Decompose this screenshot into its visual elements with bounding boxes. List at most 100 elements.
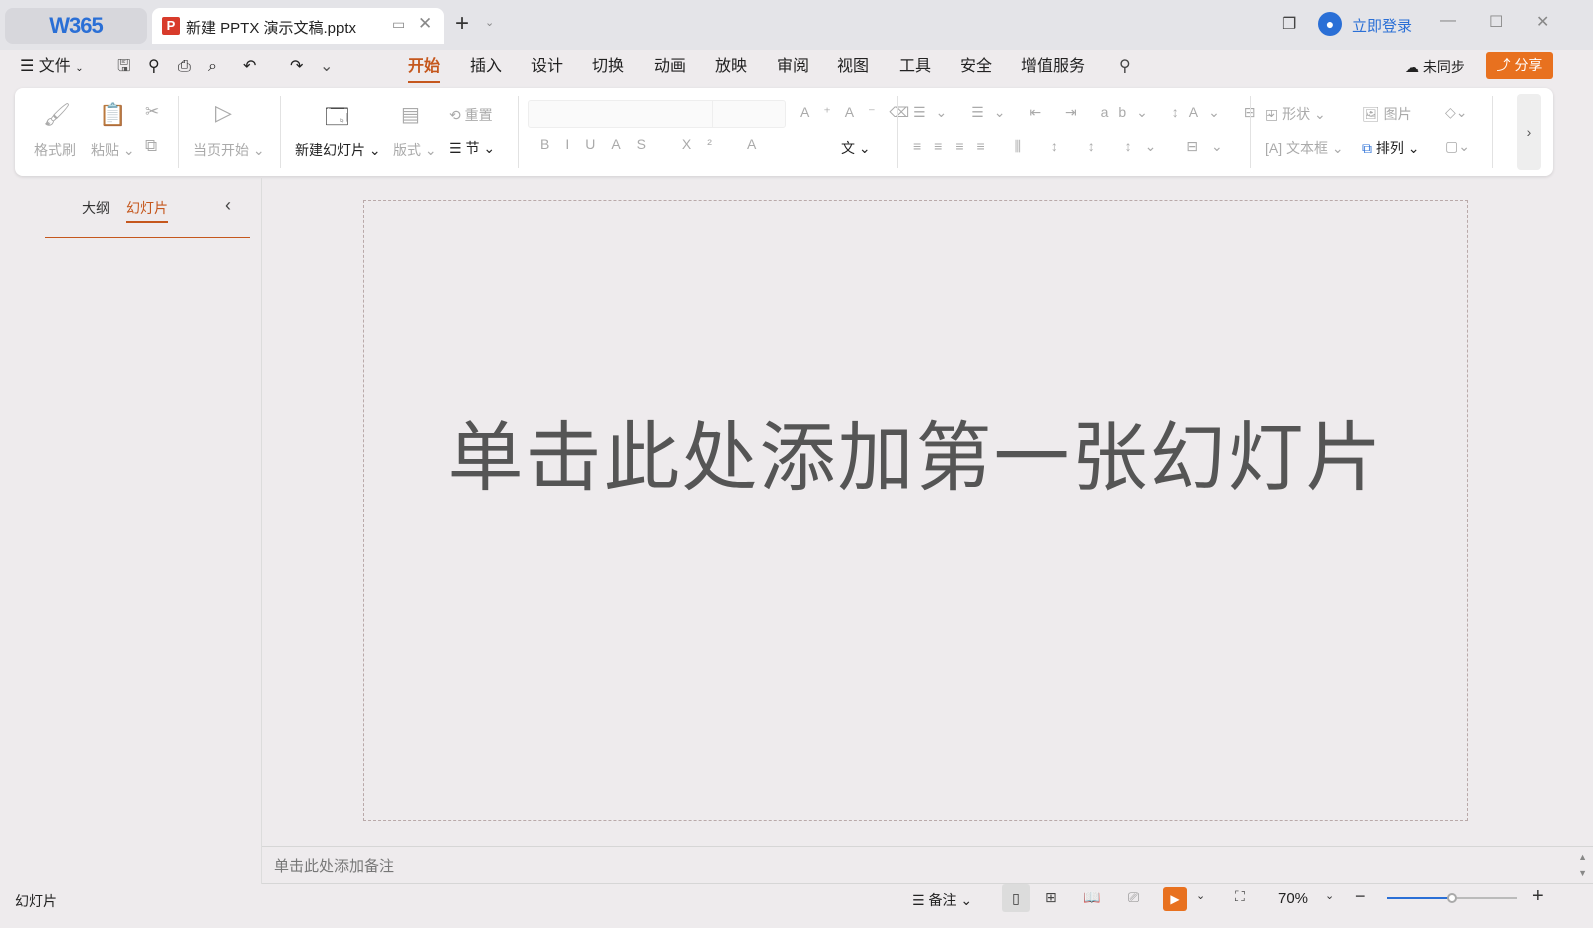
font-style-buttons[interactable]: BIUAS X² A [540, 136, 772, 152]
close-tab-icon[interactable]: ✕ [418, 14, 432, 34]
tab-outline[interactable]: 大纲 [82, 198, 110, 218]
paste-button[interactable]: 粘贴 ⌄ [91, 140, 135, 160]
status-label: 幻灯片 [15, 893, 57, 909]
document-tab-title: 新建 PPTX 演示文稿.pptx [186, 20, 357, 37]
record-icon[interactable]: ⎚ [1128, 889, 1139, 906]
zoom-in-icon[interactable]: + [1532, 885, 1544, 908]
share-button[interactable]: ⤴ 分享 [1486, 52, 1553, 79]
section-button[interactable]: ☰ 节 ⌄ [449, 138, 495, 158]
paragraph-buttons-row1[interactable]: ☰⌄ ☰⌄ ⇤ ⇥ ab⌄ ↕A⌄ ⊟⌄ [913, 104, 1287, 121]
notes-pane[interactable]: 单击此处添加备注 ▲ ▼ [262, 846, 1593, 884]
zoom-level[interactable]: 70% [1278, 890, 1308, 907]
redo-icon[interactable]: ↷ [290, 54, 303, 80]
cut-icon[interactable]: ✂ [145, 102, 159, 122]
format-painter-icon: 🖌 [43, 102, 71, 127]
notes-scrollbar[interactable]: ▲ ▼ [1578, 849, 1587, 881]
save-icon[interactable]: 🖫 [117, 54, 131, 80]
paragraph-buttons-row2[interactable]: ≡≡≡≡ ⫼ ↕ ↕ ↕⌄ ⊟⌄ [913, 138, 1236, 155]
login-link[interactable]: 立即登录 [1352, 15, 1412, 36]
textbox-button[interactable]: [A] 文本框 ⌄ [1265, 138, 1344, 158]
window-list-icon[interactable]: ❐ [1282, 14, 1296, 34]
new-slide-label: 新建幻灯片 [295, 142, 365, 158]
print-icon[interactable]: ⎙ [178, 54, 191, 80]
font-size-select[interactable] [712, 100, 786, 128]
sync-label: 未同步 [1422, 59, 1465, 75]
document-tab[interactable]: P 新建 PPTX 演示文稿.pptx ▭ ✕ [152, 8, 444, 44]
reset-button[interactable]: ⟲ 重置 [449, 105, 493, 125]
share-label: 分享 [1514, 57, 1543, 73]
fill-button[interactable]: ◇⌄ [1445, 104, 1468, 121]
arrange-label: 排列 [1375, 140, 1404, 156]
chevron-down-icon[interactable]: ⌄ [485, 16, 494, 29]
collapse-panel-icon[interactable]: ‹ [225, 195, 231, 216]
notes-toggle-label: 备注 [928, 892, 957, 908]
new-tab-icon[interactable]: + [455, 10, 469, 38]
fit-window-icon[interactable]: ⛶ [1235, 888, 1245, 905]
arrange-button[interactable]: ⧉ 排列 ⌄ [1362, 138, 1420, 158]
copy-icon[interactable]: ⧉ [145, 136, 157, 156]
minimize-icon[interactable]: — [1440, 12, 1456, 30]
tab-5[interactable]: 放映 [715, 54, 747, 80]
format-painter-button[interactable]: 格式刷 [34, 140, 76, 160]
zoom-slider[interactable] [1387, 893, 1517, 903]
more-icon[interactable]: ⌄ [320, 54, 333, 80]
notes-placeholder[interactable]: 单击此处添加备注 [274, 855, 394, 876]
zoom-out-icon[interactable]: − [1355, 886, 1366, 907]
slide-placeholder[interactable]: 单击此处添加第一张幻灯片 [364, 396, 1467, 506]
paste-icon: 📋 [99, 102, 127, 127]
phonetic-button[interactable]: 文 ⌄ [841, 138, 871, 158]
tab-6[interactable]: 审阅 [777, 54, 809, 80]
notes-toggle[interactable]: ☰ 备注 ⌄ [912, 890, 972, 910]
font-size-buttons[interactable]: A⁺A⁻⌫ [800, 104, 923, 121]
tab-0[interactable]: 开始 [408, 54, 441, 83]
left-panel: 大纲 幻灯片 ‹ [0, 178, 262, 884]
slide-canvas[interactable]: 单击此处添加第一张幻灯片 [363, 200, 1468, 821]
sync-status[interactable]: ☁ 未同步 [1405, 54, 1465, 80]
cloud-icon: ☁ [1405, 59, 1419, 75]
share-icon: ⤴ [1496, 57, 1515, 73]
maximize-icon[interactable]: ☐ [1489, 12, 1503, 32]
textbox-label: 文本框 [1286, 140, 1329, 156]
play-icon: ▷ [215, 100, 232, 125]
layout-button[interactable]: 版式 ⌄ [393, 140, 437, 160]
tab-8[interactable]: 工具 [899, 54, 931, 80]
tab-3[interactable]: 切换 [592, 54, 624, 80]
play-current-button[interactable]: 当页开始 ⌄ [193, 140, 265, 160]
reading-view-icon[interactable]: 📖 [1083, 889, 1100, 906]
close-window-icon[interactable]: ✕ [1536, 12, 1549, 32]
new-slide-icon: 🗔 [325, 104, 349, 129]
play-slideshow-button[interactable]: ▶ [1163, 887, 1187, 911]
file-menu[interactable]: ☰ 文件 ⌄ [20, 54, 84, 80]
zoom-slider-thumb[interactable] [1447, 893, 1457, 903]
slide-sorter-icon[interactable]: ⊞ [1045, 889, 1057, 906]
ribbon-scroll-right-icon[interactable]: › [1517, 94, 1541, 170]
shape-button[interactable]: ◰ 形状 ⌄ [1265, 104, 1326, 124]
tab-4[interactable]: 动画 [654, 54, 686, 80]
normal-view-icon[interactable]: ▯ [1002, 884, 1030, 912]
outline-button[interactable]: ▢⌄ [1445, 138, 1470, 155]
picture-button[interactable]: 🖼 图片 [1362, 104, 1412, 124]
tab-2[interactable]: 设计 [531, 54, 563, 80]
arrange-icon: ⧉ [1362, 140, 1372, 156]
search-icon[interactable]: ⚲ [1119, 54, 1131, 80]
tab-10[interactable]: 增值服务 [1021, 54, 1085, 80]
undo-icon[interactable]: ↶ [243, 54, 256, 80]
picture-label: 图片 [1383, 106, 1412, 122]
monitor-icon[interactable]: ▭ [392, 16, 405, 33]
layout-label: 版式 [393, 142, 421, 158]
paste-label: 粘贴 [91, 142, 119, 158]
insertion-line [45, 237, 250, 238]
print-preview-icon[interactable]: ⌕ [208, 54, 217, 80]
tab-9[interactable]: 安全 [960, 54, 992, 80]
new-slide-button[interactable]: 新建幻灯片 ⌄ [295, 140, 381, 160]
avatar-icon[interactable]: ● [1318, 12, 1342, 36]
format-icon[interactable]: ⚲ [148, 54, 160, 80]
status-bar: 幻灯片 ☰ 备注 ⌄ ▯ ⊞ 📖 ⎚ ▶ ⌄ ⛶ 70% ⌄ − + [0, 884, 1593, 914]
zoom-options-icon[interactable]: ⌄ [1325, 889, 1334, 902]
slideshow-options-icon[interactable]: ⌄ [1196, 889, 1205, 902]
tab-1[interactable]: 插入 [470, 54, 502, 80]
shape-label: 形状 [1282, 106, 1311, 122]
tab-7[interactable]: 视图 [837, 54, 869, 80]
tab-slides[interactable]: 幻灯片 [126, 198, 168, 223]
wps-home-tab[interactable]: W365 [5, 8, 147, 44]
